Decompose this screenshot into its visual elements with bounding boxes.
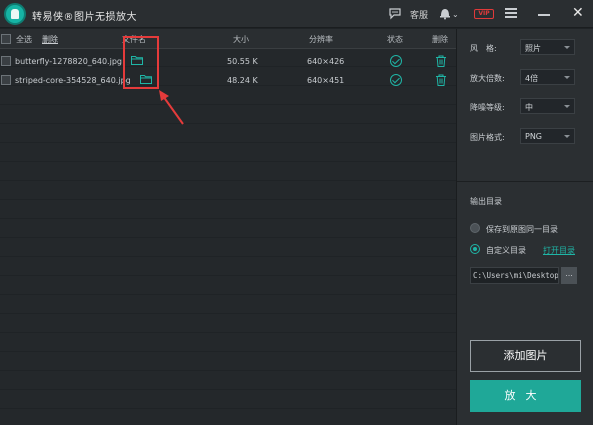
format-select[interactable]: PNG (520, 128, 575, 144)
column-header-delete: 删除 (432, 35, 448, 44)
chevron-down-icon (564, 135, 570, 138)
row-filename: butterfly-1278820_640.jpg (15, 57, 122, 66)
column-header-resolution: 分辨率 (309, 35, 333, 44)
row-resolution: 640×426 (307, 57, 345, 66)
radio-same-dir[interactable] (470, 223, 480, 233)
title-bar: 转易侠®图片无损放大 客服 ⌄ VIP ✕ (0, 0, 593, 28)
open-directory-link[interactable]: 打开目录 (543, 245, 575, 256)
scale-select-value: 4倍 (525, 74, 539, 83)
scale-select[interactable]: 4倍 (520, 69, 575, 85)
radio-custom-dir[interactable] (470, 244, 480, 254)
trash-icon[interactable] (435, 74, 447, 86)
row-resolution: 640×451 (307, 76, 345, 85)
bulk-delete-link[interactable]: 删除 (42, 34, 58, 45)
select-all-label[interactable]: 全选 (16, 34, 32, 45)
app-logo (4, 3, 26, 25)
file-list-header: 全选 删除 文件名 大小 分辨率 状态 删除 (0, 29, 456, 49)
browse-button[interactable]: ... (561, 267, 577, 284)
chevron-down-icon[interactable]: ⌄ (452, 8, 459, 22)
row-filename: striped-core-354528_640.jpg (15, 76, 131, 85)
file-list: 全选 删除 文件名 大小 分辨率 状态 删除 butterfly-1278820… (0, 29, 456, 425)
row-size: 50.55 K (227, 57, 258, 66)
status-done-icon (390, 74, 402, 86)
panel-divider (457, 181, 593, 182)
close-icon[interactable]: ✕ (572, 5, 584, 21)
table-row[interactable]: striped-core-354528_640.jpg 48.24 K 640×… (0, 71, 456, 90)
settings-panel: 风 格: 照片 放大倍数: 4倍 降噪等级: 中 图片格式: PNG 输出目录 … (456, 29, 593, 425)
style-label: 风 格: (470, 44, 497, 53)
output-path-field[interactable]: C:\Users\mi\Desktop (470, 267, 559, 284)
annotation-highlight-box (123, 36, 159, 89)
annotation-arrow-icon (159, 90, 184, 125)
row-checkbox[interactable] (1, 75, 11, 85)
chevron-down-icon (564, 46, 570, 49)
style-select[interactable]: 照片 (520, 39, 575, 55)
denoise-select-value: 中 (525, 103, 533, 112)
row-checkbox[interactable] (1, 56, 11, 66)
denoise-select[interactable]: 中 (520, 98, 575, 114)
notification-bell-icon[interactable] (438, 6, 452, 23)
denoise-label: 降噪等级: (470, 103, 505, 112)
style-select-value: 照片 (525, 44, 541, 53)
radio-custom-dir-label[interactable]: 自定义目录 (486, 245, 526, 256)
chevron-down-icon (564, 105, 570, 108)
column-header-status: 状态 (387, 35, 403, 44)
trash-icon[interactable] (435, 55, 447, 67)
output-dir-title: 输出目录 (470, 197, 502, 206)
vip-badge[interactable]: VIP (474, 9, 494, 19)
format-select-value: PNG (525, 132, 543, 141)
scale-label: 放大倍数: (470, 74, 505, 83)
select-all-checkbox[interactable] (1, 34, 11, 44)
add-images-button[interactable]: 添加图片 (470, 340, 581, 372)
status-done-icon (390, 55, 402, 67)
menu-icon[interactable] (505, 8, 517, 18)
customer-service-button[interactable]: 客服 (410, 8, 428, 21)
app-title: 转易侠®图片无损放大 (32, 12, 137, 23)
chat-icon[interactable] (388, 6, 402, 23)
enlarge-button[interactable]: 放大 (470, 380, 581, 412)
minimize-icon[interactable] (538, 14, 550, 16)
radio-same-dir-label[interactable]: 保存到原图同一目录 (486, 224, 558, 235)
chevron-down-icon (564, 76, 570, 79)
format-label: 图片格式: (470, 133, 505, 142)
table-row[interactable]: butterfly-1278820_640.jpg 50.55 K 640×42… (0, 52, 456, 71)
row-size: 48.24 K (227, 76, 258, 85)
column-header-size: 大小 (233, 35, 249, 44)
